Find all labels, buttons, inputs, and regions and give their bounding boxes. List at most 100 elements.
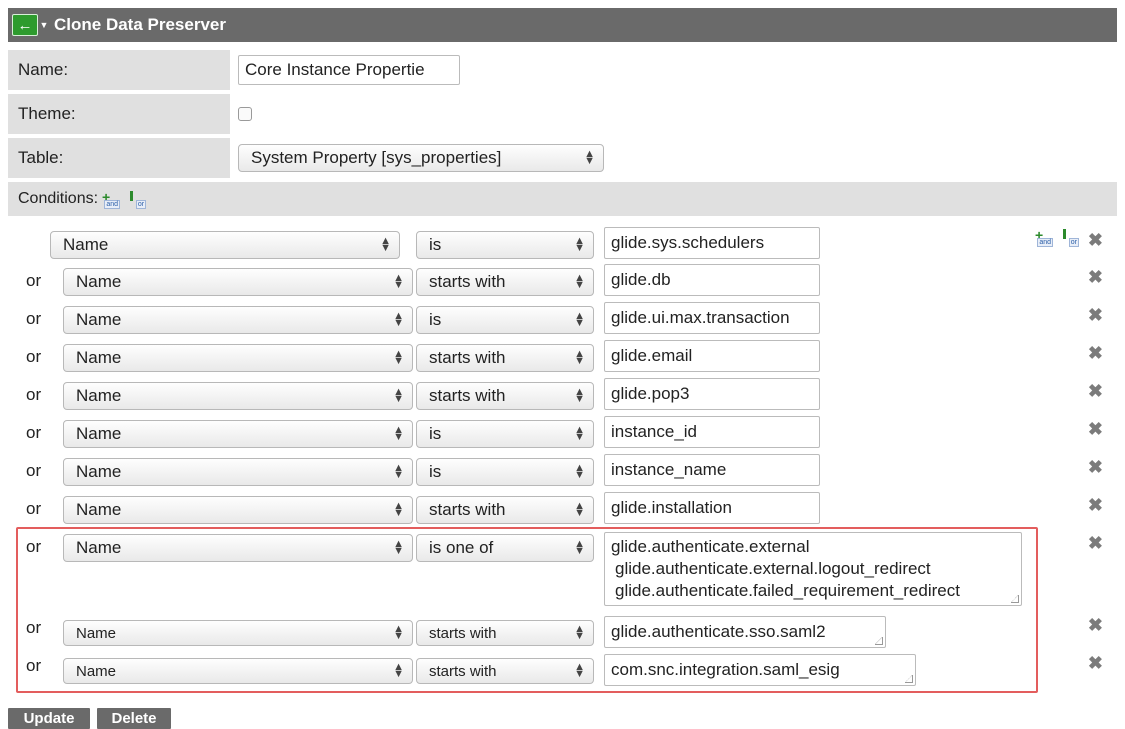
operator-select[interactable]: starts with ▲ ▼: [416, 496, 594, 524]
select-arrows-icon: ▲ ▼: [574, 272, 585, 291]
select-arrows-icon: ▲ ▼: [380, 235, 391, 254]
operator-select[interactable]: is ▲ ▼: [416, 420, 594, 448]
delete-condition-icon[interactable]: ✖: [1088, 458, 1103, 476]
delete-condition-icon[interactable]: ✖: [1088, 616, 1103, 634]
field-select-value: Name: [76, 386, 122, 405]
field-select-value: Name: [76, 424, 122, 443]
field-select[interactable]: Name ▲ ▼: [63, 382, 413, 410]
operator-select-value: is: [429, 235, 442, 254]
is-one-of-values-textarea[interactable]: glide.authenticate.external glide.authen…: [604, 532, 1022, 606]
field-select[interactable]: Name ▲ ▼: [63, 496, 413, 524]
select-arrows-icon: ▲ ▼: [584, 148, 595, 167]
condition-value-input[interactable]: glide.sys.schedulers: [604, 227, 820, 259]
select-arrows-icon: ▲ ▼: [393, 386, 404, 405]
delete-condition-icon[interactable]: ✖: [1088, 306, 1103, 324]
select-arrows-icon: ▲ ▼: [393, 310, 404, 329]
operator-select-value: is: [429, 310, 442, 329]
resize-grip-icon[interactable]: [1011, 595, 1019, 603]
add-and-condition-icon[interactable]: + and: [102, 190, 121, 209]
condition-row: Name ▲ ▼ is ▲ ▼ glide.sys.schedulers + and or ✖: [8, 225, 1117, 259]
select-arrows-icon: ▲ ▼: [393, 348, 404, 367]
delete-condition-icon[interactable]: ✖: [1088, 534, 1103, 552]
table-select-value: System Property [sys_properties]: [251, 148, 502, 167]
textarea-line: glide.authenticate.external: [611, 537, 810, 556]
condition-row: or Name ▲ ▼ starts with ▲ ▼ glide.installation ✖: [8, 490, 1117, 524]
add-or-condition-icon[interactable]: or: [1061, 229, 1079, 247]
field-select[interactable]: Name ▲ ▼: [63, 306, 413, 334]
operator-select[interactable]: starts with ▲ ▼: [416, 382, 594, 410]
delete-condition-icon[interactable]: ✖: [1088, 382, 1103, 400]
select-arrows-icon: ▲ ▼: [393, 500, 404, 519]
or-label: or: [26, 385, 42, 404]
operator-select-value: starts with: [429, 500, 506, 519]
conditions-label: Conditions:: [18, 190, 99, 207]
row-add-icons: + and or: [1031, 228, 1079, 247]
condition-row: or Name ▲ ▼ starts with ▲ ▼ glide.db ✖: [8, 262, 1117, 296]
field-select[interactable]: Name ▲ ▼: [63, 268, 413, 296]
operator-select-value: is: [429, 462, 442, 481]
or-label: or: [26, 423, 42, 442]
field-select[interactable]: Name ▲ ▼: [50, 231, 400, 259]
condition-row: or Name ▲ ▼ starts with ▲ ▼ glide.email ✖: [8, 338, 1117, 372]
or-label: or: [26, 347, 42, 366]
or-label: or: [26, 309, 42, 328]
or-label: or: [26, 271, 42, 290]
name-label: Name:: [8, 50, 230, 90]
condition-value-input[interactable]: glide.installation: [604, 492, 820, 524]
delete-condition-icon[interactable]: ✖: [1088, 268, 1103, 286]
name-input[interactable]: Core Instance Propertie: [238, 55, 460, 85]
table-row: Table: System Property [sys_properties] …: [8, 138, 1117, 178]
table-select[interactable]: System Property [sys_properties] ▲ ▼: [238, 144, 604, 172]
select-arrows-icon: ▲ ▼: [574, 235, 585, 254]
theme-label: Theme:: [8, 94, 230, 134]
delete-condition-icon[interactable]: ✖: [1088, 654, 1103, 672]
back-arrow-icon[interactable]: ←: [12, 14, 38, 36]
textarea-line: glide.authenticate.external.logout_redir…: [615, 559, 931, 578]
operator-select[interactable]: is ▲ ▼: [416, 458, 594, 486]
condition-value-input[interactable]: glide.ui.max.transaction: [604, 302, 820, 334]
field-select[interactable]: Name ▲ ▼: [63, 458, 413, 486]
field-select[interactable]: Name ▲ ▼: [63, 344, 413, 372]
name-row: Name: Core Instance Propertie: [8, 50, 1117, 90]
textarea-line: glide.authenticate.failed_requirement_re…: [615, 581, 960, 600]
condition-value-input[interactable]: glide.pop3: [604, 378, 820, 410]
delete-condition-icon[interactable]: ✖: [1088, 231, 1103, 249]
field-select-value: Name: [76, 462, 122, 481]
select-arrows-icon: ▲ ▼: [393, 462, 404, 481]
select-arrows-icon: ▲ ▼: [393, 272, 404, 291]
theme-row: Theme:: [8, 94, 1117, 134]
name-value-cell: Core Instance Propertie: [230, 50, 1117, 90]
select-arrows-icon: ▲ ▼: [393, 424, 404, 443]
add-or-condition-icon[interactable]: or: [128, 191, 147, 209]
condition-row: or Name ▲ ▼ starts with ▲ ▼ glide.pop3 ✖: [8, 376, 1117, 410]
update-button[interactable]: Update: [8, 708, 90, 729]
field-select-value: Name: [76, 348, 122, 367]
delete-button[interactable]: Delete: [97, 708, 171, 729]
form-title: Clone Data Preserver: [54, 15, 226, 34]
select-arrows-icon: ▲ ▼: [574, 500, 585, 519]
chevron-down-icon[interactable]: ▼: [38, 14, 50, 36]
field-select-value: Name: [76, 310, 122, 329]
operator-select[interactable]: is ▲ ▼: [416, 231, 594, 259]
delete-condition-icon[interactable]: ✖: [1088, 496, 1103, 514]
condition-value-input[interactable]: instance_id: [604, 416, 820, 448]
theme-checkbox[interactable]: [238, 107, 252, 121]
operator-select[interactable]: starts with ▲ ▼: [416, 268, 594, 296]
delete-condition-icon[interactable]: ✖: [1088, 344, 1103, 362]
condition-value-input[interactable]: glide.db: [604, 264, 820, 296]
select-arrows-icon: ▲ ▼: [574, 386, 585, 405]
field-select[interactable]: Name ▲ ▼: [63, 420, 413, 448]
add-and-condition-icon[interactable]: + and: [1035, 228, 1053, 247]
operator-select[interactable]: is ▲ ▼: [416, 306, 594, 334]
condition-value-input[interactable]: glide.email: [604, 340, 820, 372]
condition-row: or Name ▲ ▼ is ▲ ▼ glide.ui.max.transaction ✖: [8, 300, 1117, 334]
theme-value-cell: [230, 94, 1117, 134]
table-value-cell: System Property [sys_properties] ▲ ▼: [230, 138, 1117, 178]
field-select-value: Name: [76, 500, 122, 519]
select-arrows-icon: ▲ ▼: [574, 348, 585, 367]
operator-select-value: starts with: [429, 348, 506, 367]
condition-value-input[interactable]: instance_name: [604, 454, 820, 486]
operator-select[interactable]: starts with ▲ ▼: [416, 344, 594, 372]
delete-condition-icon[interactable]: ✖: [1088, 420, 1103, 438]
select-arrows-icon: ▲ ▼: [574, 462, 585, 481]
